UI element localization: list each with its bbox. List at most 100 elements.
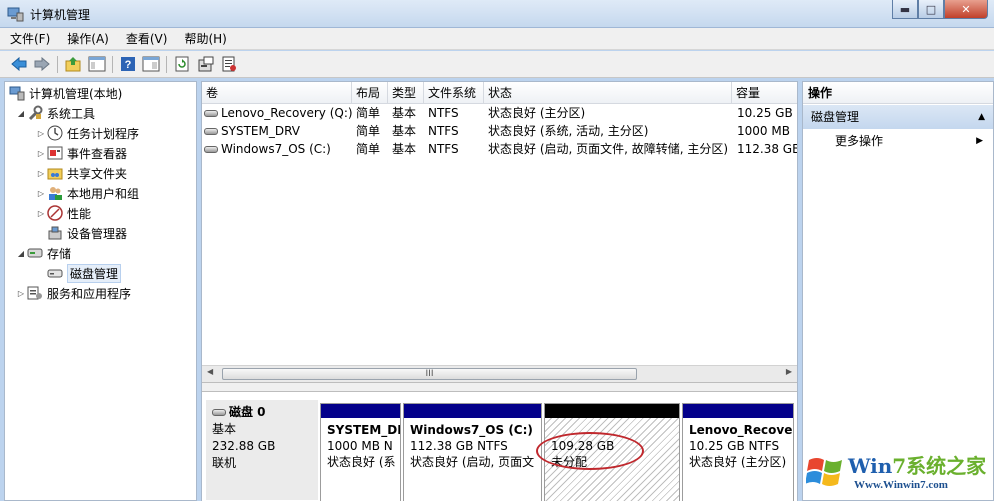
- expand-arrow-icon[interactable]: ▷: [35, 149, 47, 158]
- refresh-icon[interactable]: [173, 55, 191, 73]
- tree-item-services-apps[interactable]: ▷ 服务和应用程序: [15, 283, 131, 303]
- expand-arrow-icon[interactable]: ▷: [35, 129, 47, 138]
- volume-icon: [204, 110, 218, 117]
- volume-list-header: 卷 布局 类型 文件系统 状态 容量: [202, 82, 797, 104]
- volume-layout: 简单: [356, 106, 381, 120]
- collapse-arrow-icon[interactable]: ◢: [15, 249, 27, 258]
- menu-action[interactable]: 操作(A): [67, 30, 109, 47]
- partition-name: SYSTEM_DI: [327, 423, 400, 437]
- properties-icon[interactable]: [142, 55, 160, 73]
- computer-management-icon: [9, 85, 25, 101]
- tree-item-performance[interactable]: ▷ 性能: [35, 203, 91, 223]
- forward-icon[interactable]: [33, 55, 51, 73]
- partition-bar: [683, 404, 793, 418]
- disk-size: 232.88 GB: [212, 439, 276, 453]
- tree-item-event-viewer[interactable]: ▷ 事件查看器: [35, 143, 127, 163]
- back-icon[interactable]: [10, 55, 28, 73]
- partition-size: 112.38 GB NTFS: [410, 439, 508, 453]
- partition-windows7-os[interactable]: Windows7_OS (C:) 112.38 GB NTFS 状态良好 (启动…: [403, 403, 542, 501]
- scrollbar-thumb[interactable]: III: [222, 368, 637, 380]
- close-button[interactable]: ✕: [944, 0, 988, 19]
- col-header-type[interactable]: 类型: [388, 82, 424, 104]
- menu-file[interactable]: 文件(F): [10, 30, 50, 47]
- volume-filesystem: NTFS: [428, 106, 459, 120]
- horizontal-scrollbar[interactable]: ◀ III ▶: [202, 365, 797, 382]
- pane-splitter[interactable]: [202, 382, 797, 392]
- partition-system-drv[interactable]: SYSTEM_DI 1000 MB N 状态良好 (系: [320, 403, 401, 501]
- menu-view[interactable]: 查看(V): [126, 30, 168, 47]
- collapse-arrow-icon[interactable]: ◢: [15, 109, 27, 118]
- disk-type: 基本: [212, 422, 237, 436]
- partition-bar: [545, 404, 679, 418]
- partition-name: Windows7_OS (C:): [410, 423, 533, 437]
- clock-icon: [47, 125, 63, 141]
- tree-item-local-users[interactable]: ▷ 本地用户和组: [35, 183, 139, 203]
- table-row[interactable]: Windows7_OS (C:) 简单 基本 NTFS 状态良好 (启动, 页面…: [202, 140, 797, 158]
- computer-management-icon: [7, 7, 24, 22]
- volume-type: 基本: [392, 124, 417, 138]
- settings-icon[interactable]: [197, 55, 215, 73]
- volume-layout: 简单: [356, 142, 381, 156]
- col-header-filesystem[interactable]: 文件系统: [424, 82, 484, 104]
- table-row[interactable]: SYSTEM_DRV 简单 基本 NTFS 状态良好 (系统, 活动, 主分区)…: [202, 122, 797, 140]
- watermark-title-rest: 7系统之家: [892, 454, 987, 478]
- more-actions-label: 更多操作: [835, 134, 884, 148]
- tree-label: 设备管理器: [67, 226, 128, 241]
- actions-header: 操作: [803, 82, 993, 104]
- tree-item-storage[interactable]: ◢ 存储: [15, 243, 71, 263]
- partition-status: 状态良好 (系: [327, 455, 396, 469]
- table-row[interactable]: Lenovo_Recovery (Q:) 简单 基本 NTFS 状态良好 (主分…: [202, 104, 797, 122]
- partition-status: 状态良好 (主分区): [689, 455, 787, 469]
- tree-item-task-scheduler[interactable]: ▷ 任务计划程序: [35, 123, 139, 143]
- export-icon[interactable]: [220, 55, 238, 73]
- actions-section-disk-management[interactable]: 磁盘管理 ▲: [803, 105, 993, 129]
- tree-label: 性能: [67, 206, 92, 221]
- tree-label: 计算机管理(本地): [29, 86, 123, 101]
- col-header-layout[interactable]: 布局: [352, 82, 388, 104]
- scroll-left-arrow-icon[interactable]: ◀: [207, 367, 213, 376]
- volume-status: 状态良好 (启动, 页面文件, 故障转储, 主分区): [488, 142, 729, 156]
- device-manager-icon: [47, 225, 63, 241]
- expand-arrow-icon[interactable]: ▷: [35, 209, 47, 218]
- tree-label: 系统工具: [47, 106, 96, 121]
- volume-filesystem: NTFS: [428, 124, 459, 138]
- svg-text:?: ?: [125, 59, 132, 71]
- services-icon: [27, 285, 43, 301]
- tree-label: 服务和应用程序: [47, 286, 132, 301]
- tree-item-shared-folders[interactable]: ▷ 共享文件夹: [35, 163, 127, 183]
- expand-arrow-icon[interactable]: ▷: [15, 289, 27, 298]
- collapse-triangle-icon[interactable]: ▲: [978, 105, 985, 129]
- watermark-url: Www.Winwin7.com: [854, 479, 948, 491]
- maximize-button[interactable]: □: [918, 0, 944, 19]
- tree-item-computer-management[interactable]: 计算机管理(本地): [9, 83, 122, 103]
- more-actions-item[interactable]: 更多操作 ▶: [803, 130, 993, 152]
- help-icon[interactable]: ?: [119, 55, 137, 73]
- show-tree-icon[interactable]: [88, 55, 106, 73]
- tree-item-disk-management[interactable]: 磁盘管理: [47, 263, 122, 283]
- minimize-button[interactable]: ▬: [892, 0, 918, 19]
- performance-icon: [47, 205, 63, 221]
- disk-management-pane: 卷 布局 类型 文件系统 状态 容量 Lenovo_Recovery (Q:) …: [201, 81, 798, 501]
- up-folder-icon[interactable]: [64, 55, 82, 73]
- disk-info-panel[interactable]: 磁盘 0 基本 232.88 GB 联机: [206, 400, 318, 500]
- tree-item-device-manager[interactable]: 设备管理器: [47, 223, 127, 243]
- volume-name: Lenovo_Recovery (Q:): [221, 106, 352, 120]
- expand-arrow-icon[interactable]: ▷: [35, 189, 47, 198]
- tree-label: 存储: [47, 246, 72, 261]
- partition-bar: [321, 404, 400, 418]
- partition-lenovo-recovery[interactable]: Lenovo_Recover 10.25 GB NTFS 状态良好 (主分区): [682, 403, 794, 501]
- shared-folder-icon: [47, 165, 63, 181]
- volume-capacity: 112.38 GB: [737, 142, 797, 156]
- col-header-volume[interactable]: 卷: [202, 82, 352, 104]
- volume-icon: [204, 128, 218, 135]
- watermark-logo: Win7系统之家 Www.Winwin7.com: [806, 446, 994, 501]
- tree-item-system-tools[interactable]: ◢ 系统工具: [15, 103, 95, 123]
- scroll-right-arrow-icon[interactable]: ▶: [786, 367, 792, 376]
- volume-layout: 简单: [356, 124, 381, 138]
- expand-arrow-icon[interactable]: ▷: [35, 169, 47, 178]
- col-header-status[interactable]: 状态: [484, 82, 732, 104]
- menu-help[interactable]: 帮助(H): [184, 30, 226, 47]
- toolbar: ?: [0, 51, 994, 78]
- storage-icon: [27, 245, 43, 261]
- col-header-capacity[interactable]: 容量: [732, 82, 797, 104]
